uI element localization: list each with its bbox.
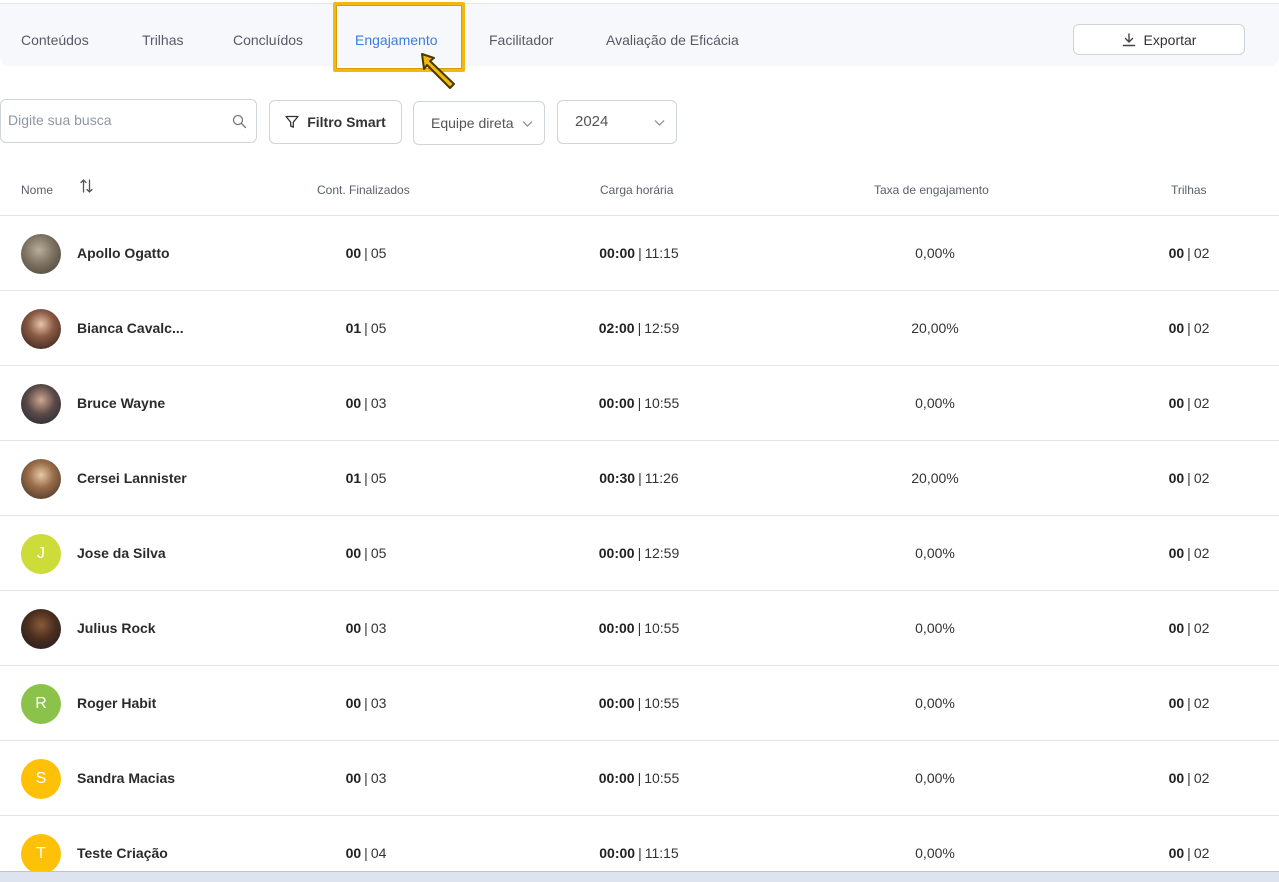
tracks-count: 00 | 02 [1168,245,1210,261]
user-name[interactable]: Roger Habit [77,695,156,711]
header-tracks: Trilhas [1171,183,1207,197]
finished-count: 00 | 03 [345,395,387,411]
bottom-bar [0,871,1279,882]
avatar [21,459,61,499]
finished-count: 01 | 05 [345,320,387,336]
pointer-arrow-icon [421,53,455,89]
table-row[interactable]: Bruce Wayne 00 | 03 00:00 | 10:55 0,00% 00 | 02 [0,366,1279,441]
workload-hours: 00:00 | 12:59 [598,545,680,561]
tracks-count: 00 | 02 [1168,320,1210,336]
chevron-down-icon [522,121,533,127]
tracks-count: 00 | 02 [1168,395,1210,411]
user-name[interactable]: Bruce Wayne [77,395,165,411]
engagement-rate: 0,00% [915,545,955,561]
avatar: S [21,759,61,799]
export-label: Exportar [1143,31,1197,48]
user-name[interactable]: Cersei Lannister [77,470,187,486]
user-name[interactable]: Sandra Macias [77,770,175,786]
table-row[interactable]: Cersei Lannister 01 | 05 00:30 | 11:26 20,00% 00… [0,441,1279,516]
avatar-initial: R [35,695,47,712]
finished-count: 01 | 05 [345,470,387,486]
table-row[interactable]: Julius Rock 00 | 03 00:00 | 10:55 0,00% 00 | 02 [0,591,1279,666]
finished-count: 00 | 05 [345,245,387,261]
team-select[interactable]: Equipe direta [413,101,545,145]
engagement-rate: 0,00% [915,395,955,411]
finished-count: 00 | 03 [345,770,387,786]
user-name[interactable]: Teste Criação [77,845,168,861]
workload-hours: 00:00 | 10:55 [598,695,680,711]
avatar-initial: T [36,845,46,862]
search-input[interactable] [8,112,218,128]
tracks-count: 00 | 02 [1168,470,1210,486]
workload-hours: 00:00 | 11:15 [599,245,679,261]
workload-hours: 00:30 | 11:26 [599,470,679,486]
user-name[interactable]: Jose da Silva [77,545,166,561]
tab-bar: Conteúdos Trilhas Concluídos Engajamento… [0,4,1279,66]
workload-hours: 00:00 | 10:55 [598,770,680,786]
tracks-count: 00 | 02 [1168,845,1210,861]
header-engagement: Taxa de engajamento [874,183,989,197]
engagement-rate: 0,00% [915,245,955,261]
avatar [21,309,61,349]
table-row[interactable]: J Jose da Silva 00 | 05 00:00 | 12:59 0,00% 00 | 02 [0,516,1279,591]
avatar-initial: J [37,545,45,562]
tab-facilitador[interactable]: Facilitador [489,32,554,48]
smart-filter-label: Filtro Smart [307,114,386,130]
finished-count: 00 | 04 [345,845,387,861]
tracks-count: 00 | 02 [1168,620,1210,636]
tab-concluidos[interactable]: Concluídos [233,32,303,48]
download-icon [1122,32,1135,46]
tab-avaliacao-eficacia[interactable]: Avaliação de Eficácia [606,32,739,48]
table-row[interactable]: R Roger Habit 00 | 03 00:00 | 10:55 0,00% 00 | 02 [0,666,1279,741]
year-select-value: 2024 [575,113,609,130]
engagement-rate: 0,00% [915,695,955,711]
tracks-count: 00 | 02 [1168,770,1210,786]
user-name[interactable]: Julius Rock [77,620,156,636]
engagement-rate: 20,00% [911,470,959,486]
finished-count: 00 | 03 [345,695,387,711]
search-box [0,99,257,143]
avatar [21,384,61,424]
smart-filter-button[interactable]: Filtro Smart [269,100,402,144]
finished-count: 00 | 03 [345,620,387,636]
tab-trilhas[interactable]: Trilhas [142,32,184,48]
tab-conteudos[interactable]: Conteúdos [21,32,89,48]
tracks-count: 00 | 02 [1168,695,1210,711]
export-button[interactable]: Exportar [1073,24,1245,55]
header-finished: Cont. Finalizados [317,183,410,197]
table-row[interactable]: Bianca Cavalc... 01 | 05 02:00 | 12:59 20,00% 00… [0,291,1279,366]
workload-hours: 00:00 | 10:55 [598,395,680,411]
team-select-value: Equipe direta [431,115,514,131]
workload-hours: 02:00 | 12:59 [598,320,680,336]
user-name[interactable]: Apollo Ogatto [77,245,170,261]
chevron-down-icon [654,120,665,126]
avatar-initial: S [35,770,47,787]
avatar: J [21,534,61,574]
workload-hours: 00:00 | 10:55 [598,620,680,636]
workload-hours: 00:00 | 11:15 [599,845,679,861]
year-select[interactable]: 2024 [557,100,677,144]
search-icon[interactable] [232,114,247,129]
avatar: R [21,684,61,724]
engagement-rate: 0,00% [915,620,955,636]
sort-icon[interactable] [80,178,93,194]
engagement-rate: 20,00% [911,320,959,336]
table-row[interactable]: S Sandra Macias 00 | 03 00:00 | 10:55 0,00% 00 | 02 [0,741,1279,816]
finished-count: 00 | 05 [345,545,387,561]
engagement-rate: 0,00% [915,770,955,786]
header-workload: Carga horária [600,183,674,197]
table-header: Nome Cont. Finalizados Carga horária Tax… [0,165,1279,216]
avatar: T [21,834,61,874]
table-row[interactable]: Apollo Ogatto 00 | 05 00:00 | 11:15 0,00% 00 | 02 [0,216,1279,291]
avatar [21,609,61,649]
header-name: Nome [21,183,54,197]
tracks-count: 00 | 02 [1168,545,1210,561]
engagement-rate: 0,00% [915,845,955,861]
avatar [21,234,61,274]
user-name[interactable]: Bianca Cavalc... [77,320,184,336]
filter-icon [285,115,299,128]
